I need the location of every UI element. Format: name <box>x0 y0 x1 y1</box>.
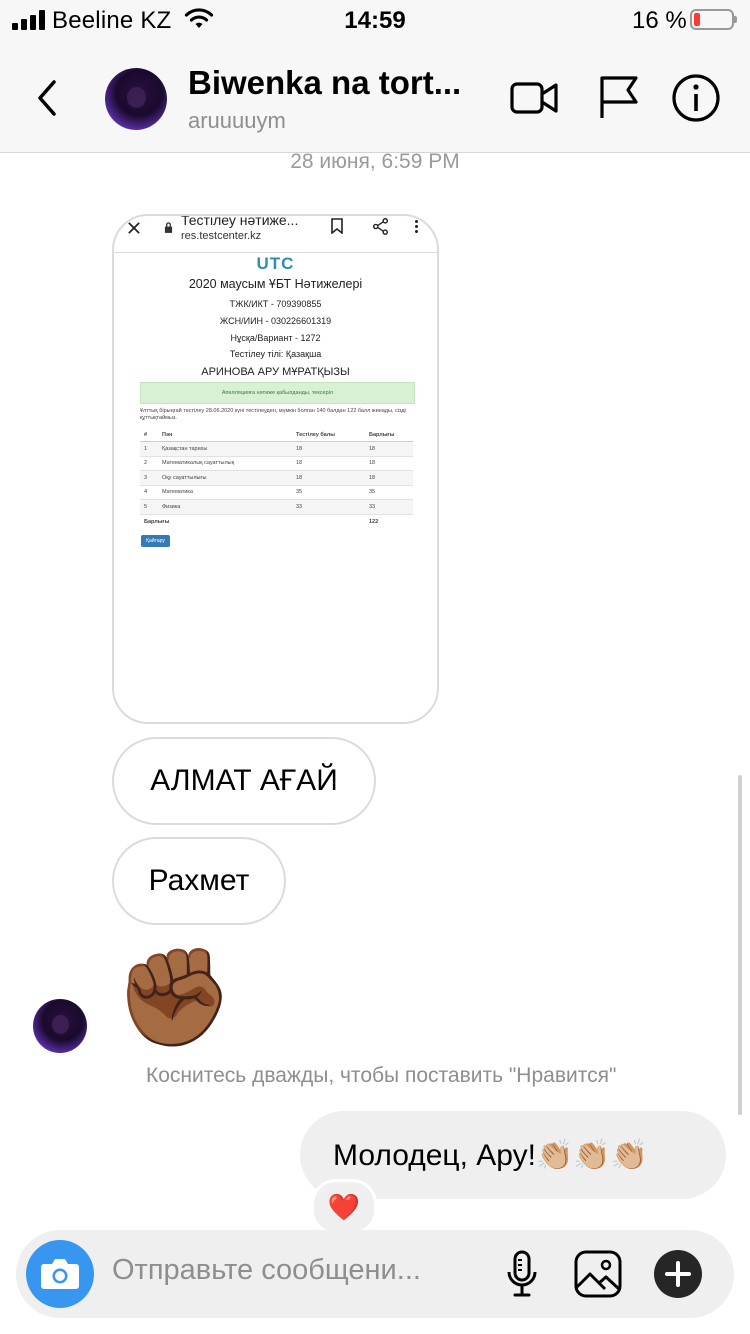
shared-screenshot-message[interactable]: Тестілеу нәтиже... res.testcenter.kz UTC… <box>112 214 439 724</box>
table-row: 3 Оқу сауаттылығы 18 18 <box>140 471 413 486</box>
screenshot-browser-bar: Тестілеу нәтиже... res.testcenter.kz <box>114 216 437 250</box>
table-cell: 18 <box>369 445 376 452</box>
table-cell: 3 <box>144 474 148 481</box>
share-icon <box>372 218 389 235</box>
double-tap-hint: Коснитесь дважды, чтобы поставить "Нрави… <box>146 1064 617 1087</box>
table-row: 2 Математикалық сауаттылық 18 18 <box>140 457 413 471</box>
lock-icon <box>164 222 173 233</box>
table-cell: Қазақстан тарихы <box>162 445 208 452</box>
utc-logo: UTC <box>256 254 295 273</box>
contact-avatar[interactable] <box>105 68 167 130</box>
date-separator: 28 июня, 6:59 PM <box>290 150 460 173</box>
incoming-message[interactable]: АЛМАТ АҒАЙ <box>112 737 376 825</box>
info-line: ЖСН/ИИН - 030226601319 <box>219 316 332 326</box>
table-row: 4 Математика 35 35 <box>140 486 413 500</box>
info-line: ТЖК/ИКТ - 709390855 <box>229 299 322 309</box>
student-name: АРИНОВА АРУ МҰРАТҚЫЗЫ <box>201 366 350 378</box>
screenshot-url: res.testcenter.kz <box>181 230 262 242</box>
table-header-cell: Барлығы <box>369 431 395 438</box>
screenshot-page-title: Тестілеу нәтиже... <box>181 214 299 228</box>
camera-button[interactable] <box>26 1240 94 1308</box>
heart-reaction[interactable]: ❤️ <box>311 1179 377 1235</box>
screenshot-print-button: Қайтару <box>141 535 170 547</box>
table-cell: Оқу сауаттылығы <box>162 474 207 481</box>
close-icon <box>128 222 140 234</box>
table-cell: 5 <box>144 503 148 510</box>
table-cell: 35 <box>369 489 376 496</box>
table-total-row: Барлығы 122 <box>140 515 413 529</box>
table-header-cell: Тестілеу балы <box>296 431 335 438</box>
add-button[interactable] <box>654 1250 702 1298</box>
table-cell: 33 <box>369 503 376 510</box>
message-composer <box>16 1230 734 1318</box>
info-line: Тестілеу тілі: Қазақша <box>229 349 322 359</box>
table-cell: 18 <box>296 474 303 481</box>
table-cell: 1 <box>144 445 148 452</box>
gallery-icon[interactable] <box>573 1249 623 1299</box>
contact-username[interactable]: aruuuuym <box>188 108 286 134</box>
table-cell: 18 <box>296 460 303 467</box>
notice-box: Апелляцияға нәтиже қабылданды, тексеріл <box>140 382 415 404</box>
table-total-label: Барлығы <box>144 518 170 525</box>
table-cell: 18 <box>369 474 376 481</box>
incoming-message[interactable]: Рахмет <box>112 837 286 925</box>
table-header: # Пән Тестілеу балы Барлығы <box>140 428 413 442</box>
sender-avatar[interactable] <box>33 999 87 1053</box>
table-cell: 33 <box>296 503 303 510</box>
table-cell: Математикалық сауаттылық <box>162 460 235 467</box>
flag-icon[interactable] <box>592 72 644 124</box>
table-header-cell: Пән <box>162 431 173 438</box>
chat-header: Biwenka na tort... aruuuuym <box>0 42 750 153</box>
table-cell: 2 <box>144 460 148 467</box>
results-table: # Пән Тестілеу балы Барлығы 1 Қазақстан … <box>140 428 413 529</box>
bookmark-icon <box>331 218 343 234</box>
scrollbar[interactable] <box>738 775 742 1115</box>
info-icon[interactable] <box>670 72 722 124</box>
more-menu-icon <box>415 220 419 233</box>
video-call-icon[interactable] <box>508 72 560 124</box>
table-row: 1 Қазақстан тарихы 18 18 <box>140 442 413 457</box>
results-heading: 2020 маусым ҰБТ Нәтижелері <box>188 277 363 291</box>
table-row: 5 Физика 33 33 <box>140 500 413 515</box>
info-line: Нұсқа/Вариант - 1272 <box>230 333 321 343</box>
table-cell: 18 <box>369 460 376 467</box>
table-cell: Математика <box>162 489 193 496</box>
table-header-cell: # <box>144 431 148 438</box>
table-cell: 35 <box>296 489 303 496</box>
result-paragraph: Ұлттық бірыңғай тестілеу 28.06.2020 күні… <box>140 408 406 421</box>
microphone-icon[interactable] <box>502 1248 542 1300</box>
message-input[interactable] <box>112 1254 472 1287</box>
table-total-value: 122 <box>369 518 379 525</box>
camera-icon <box>41 1259 79 1289</box>
status-bar: Beeline KZ 14:59 16 % <box>0 0 750 42</box>
battery-percentage: 16 % <box>632 7 687 34</box>
contact-name[interactable]: Biwenka na tort... <box>188 64 461 102</box>
plus-icon <box>665 1261 691 1287</box>
back-arrow-icon[interactable] <box>32 78 62 118</box>
table-cell: 18 <box>296 445 303 452</box>
emoji-message[interactable]: ✊🏾 <box>114 940 234 1056</box>
table-cell: 4 <box>144 489 148 496</box>
battery-icon <box>690 9 737 30</box>
table-cell: Физика <box>162 503 181 510</box>
